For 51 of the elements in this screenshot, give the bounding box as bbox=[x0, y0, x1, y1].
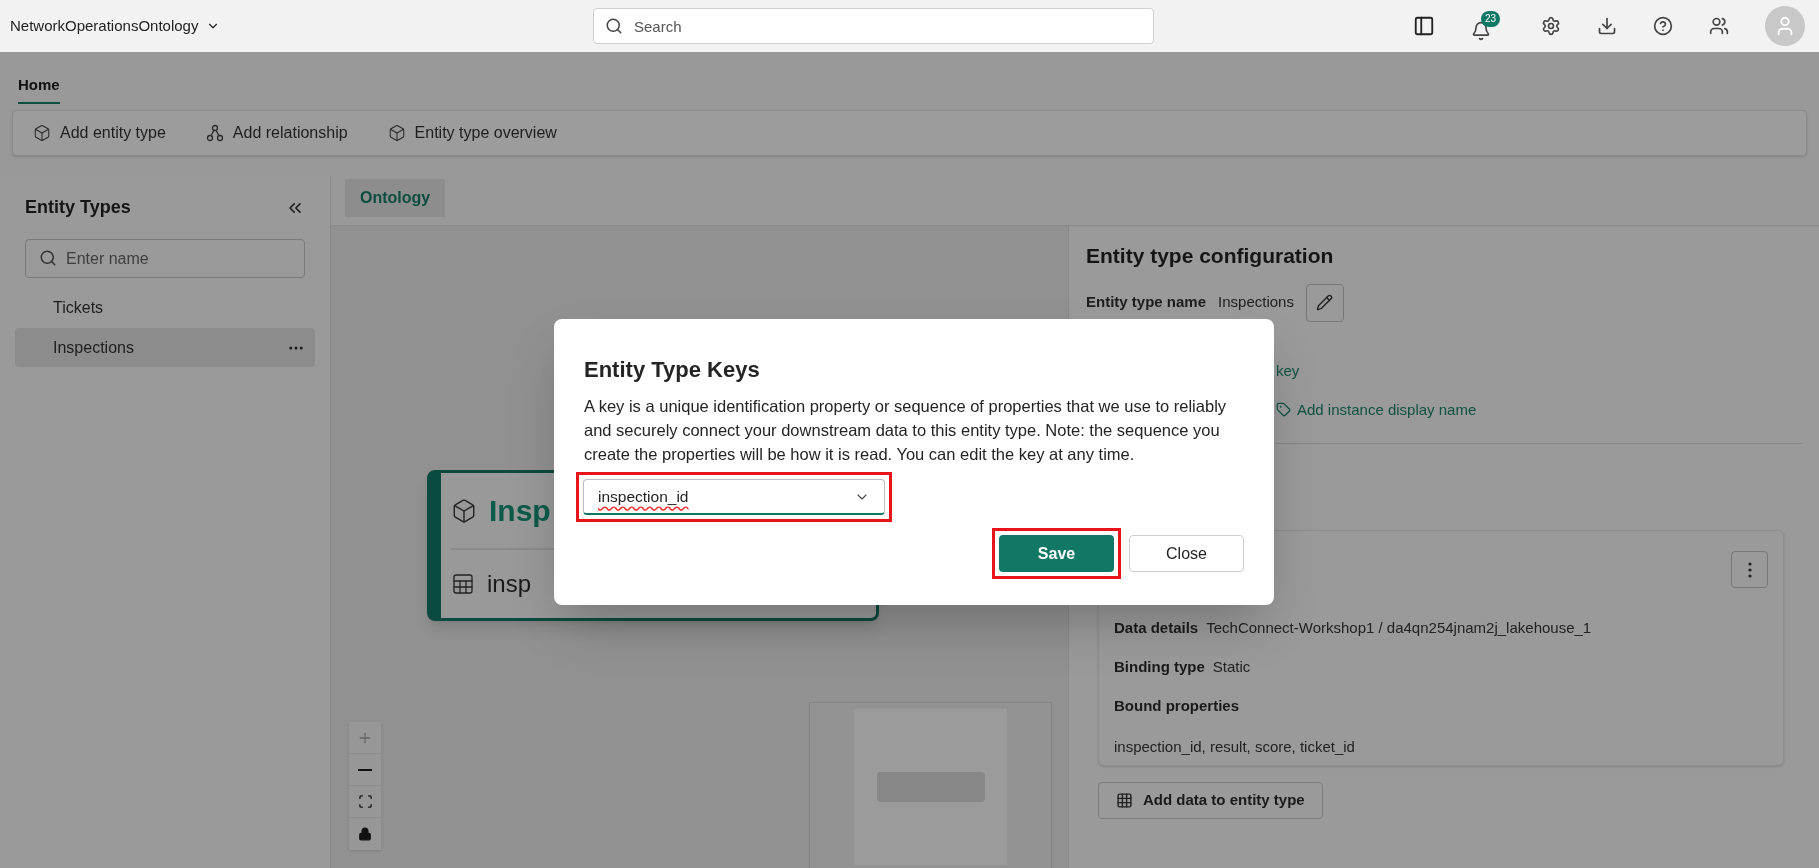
search-field[interactable]: Search bbox=[593, 8, 1154, 44]
entity-type-item[interactable]: Inspections bbox=[15, 328, 315, 367]
people-icon[interactable] bbox=[1709, 16, 1729, 36]
key-link[interactable]: key bbox=[1276, 361, 1300, 379]
entity-type-item[interactable]: Tickets bbox=[15, 288, 315, 327]
detail-value: Static bbox=[1212, 657, 1251, 678]
panel-icon[interactable] bbox=[1413, 15, 1435, 37]
relationship-icon bbox=[205, 124, 224, 142]
bound-properties: inspection_id, result, score, ticket_id bbox=[1114, 736, 1355, 757]
save-button[interactable]: Save bbox=[999, 535, 1114, 572]
bell-icon bbox=[1471, 21, 1491, 41]
settings-icon[interactable] bbox=[1541, 16, 1561, 36]
more-vertical-icon bbox=[1747, 561, 1752, 578]
lock-icon bbox=[358, 827, 372, 841]
notifications-button[interactable]: 23 bbox=[1471, 11, 1505, 41]
close-button[interactable]: Close bbox=[1129, 535, 1244, 572]
help-icon[interactable] bbox=[1653, 16, 1673, 36]
display-name-link[interactable]: Add instance display name bbox=[1297, 398, 1477, 421]
node-property: insp bbox=[487, 569, 532, 599]
detail-label: Data details bbox=[1114, 618, 1199, 639]
pencil-icon bbox=[1316, 294, 1334, 311]
search-icon bbox=[39, 249, 57, 267]
detail-value: TechConnect-Workshop1 / da4qn254jnam2j_lakehouse_1 bbox=[1206, 618, 1592, 639]
dialog-description: A key is a unique identification property or sequence of properties that we use to reliably and securely connect your downstream data to this entity type. Note: the sequence you create the properties will be how it is read. You can edit the key at any time. bbox=[584, 396, 1228, 465]
search-icon bbox=[605, 17, 623, 35]
key-dropdown[interactable]: inspection_id bbox=[583, 479, 885, 515]
node-title: Insp bbox=[489, 493, 551, 529]
cube-icon bbox=[387, 124, 406, 142]
cube-icon bbox=[451, 497, 477, 524]
edit-button[interactable] bbox=[1305, 283, 1344, 322]
table-icon bbox=[1116, 792, 1133, 809]
cube-icon bbox=[33, 124, 51, 142]
toolbar-button[interactable]: Add entity type bbox=[33, 121, 166, 145]
toolbar-button[interactable]: Entity type overview bbox=[387, 121, 557, 145]
name-search-field[interactable]: Enter name bbox=[25, 239, 305, 278]
detail-label: Bound properties bbox=[1114, 696, 1239, 717]
fit-icon bbox=[357, 794, 373, 809]
tag-icon bbox=[1276, 402, 1291, 418]
panel-title: Entity Types bbox=[25, 196, 131, 219]
download-icon[interactable] bbox=[1597, 16, 1617, 36]
ribbon-tab[interactable]: Home bbox=[18, 73, 60, 104]
toolbar-button[interactable]: Add relationship bbox=[205, 121, 348, 145]
dialog-title: Entity Type Keys bbox=[584, 356, 761, 384]
entity-name-value: Inspections bbox=[1218, 292, 1294, 313]
add-data-button[interactable]: Add data to entity type bbox=[1098, 782, 1323, 819]
detail-label: Binding type bbox=[1114, 657, 1205, 678]
notification-count: 23 bbox=[1481, 11, 1501, 27]
config-title: Entity type configuration bbox=[1086, 243, 1335, 269]
minus-icon bbox=[358, 768, 372, 771]
field-label: Entity type name bbox=[1086, 292, 1207, 313]
workspace-title[interactable]: NetworkOperationsOntology bbox=[10, 14, 510, 38]
